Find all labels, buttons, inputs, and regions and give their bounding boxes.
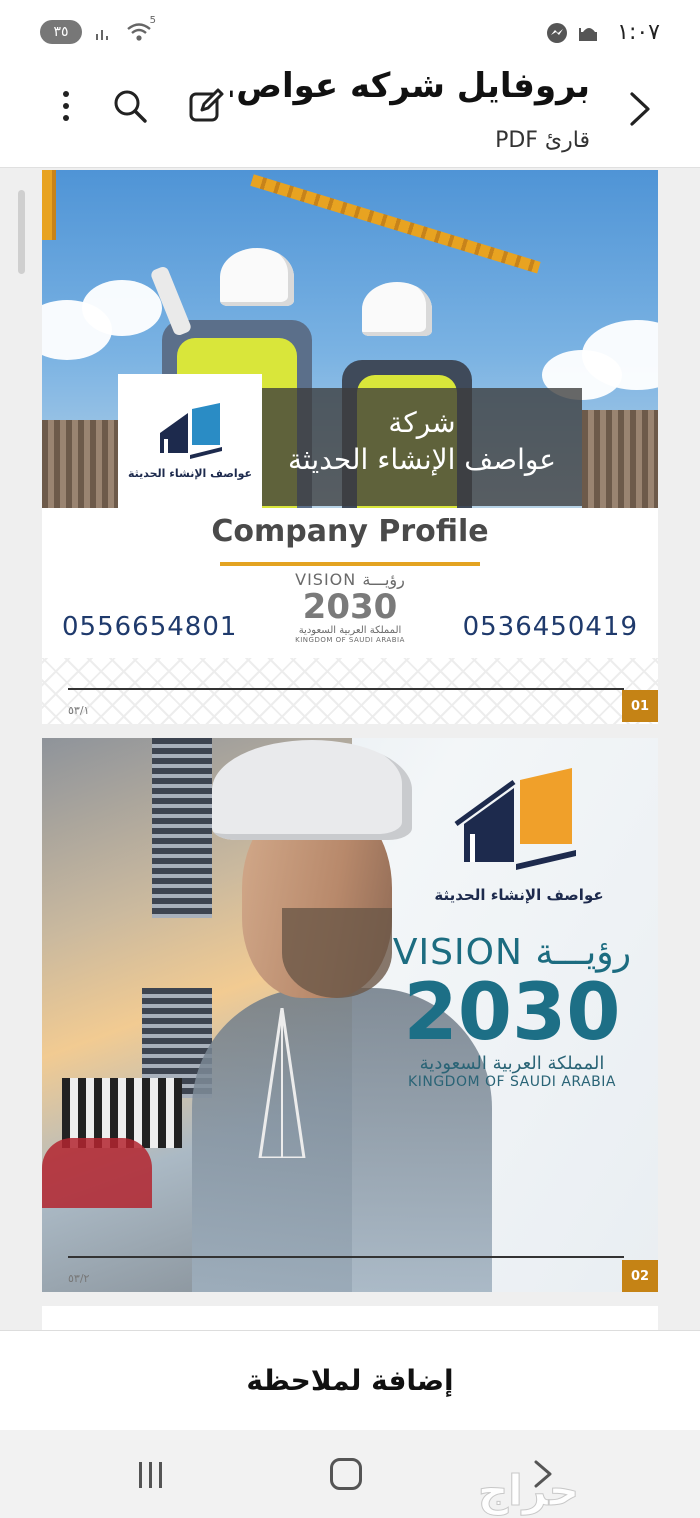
recent-apps-icon — [139, 1462, 162, 1488]
signal-icon — [96, 30, 108, 40]
battery-level: ٣٥ — [53, 24, 69, 40]
edit-button[interactable] — [186, 86, 230, 130]
phone-number-right[interactable]: 0536450419 — [463, 612, 638, 642]
more-vert-icon — [63, 91, 69, 121]
decorative-pattern — [42, 658, 658, 724]
company-logo-icon — [160, 402, 222, 459]
status-time: ١:٠٧ — [617, 20, 660, 45]
search-button[interactable] — [110, 86, 154, 130]
vision-english-large: KINGDOM OF SAUDI ARABIA — [408, 1074, 616, 1090]
vision-arabic: المملكة العربية السعودية — [298, 625, 402, 636]
document-subtitle: قارئ PDF — [495, 128, 590, 153]
company-banner: شركة عواصف الإنشاء الحديثة — [262, 388, 582, 506]
messenger-icon — [547, 23, 567, 43]
vision-title-large: VISION رؤيـــة — [392, 932, 632, 973]
page-badge: 01 — [622, 690, 658, 722]
wifi-icon: 5 — [126, 15, 156, 43]
mosque-icon — [579, 28, 597, 41]
logo-caption: عواصف الإنشاء الحديثة — [127, 466, 253, 480]
logo-caption-large: عواصف الإنشاء الحديثة — [434, 886, 604, 904]
recent-apps-button[interactable] — [136, 1460, 166, 1494]
worker-beard — [282, 908, 392, 998]
banner-line-2: عواصف الإنشاء الحديثة — [287, 443, 557, 476]
tower-illustration — [258, 1008, 306, 1158]
banner-line-1: شركة — [388, 406, 456, 439]
add-note-button[interactable]: إضافة لملاحظة — [246, 1364, 453, 1397]
pdf-page-2: عواصف الإنشاء الحديثة VISION رؤيـــة 203… — [42, 738, 658, 1292]
status-icons-right — [546, 22, 600, 44]
company-profile-title: Company Profile — [211, 514, 489, 549]
system-nav-bar — [0, 1430, 700, 1518]
app-bar: بروفايل شركه عواص... قارئ PDF — [0, 64, 700, 168]
vision-year-large: 2030 — [403, 968, 621, 1058]
search-icon — [114, 90, 147, 123]
page-number-small: ٥٣/١ — [68, 704, 90, 717]
title-underline — [220, 562, 480, 566]
document-title: بروفايل شركه عواص... — [230, 66, 590, 106]
home-button[interactable] — [330, 1458, 362, 1490]
vision-2030-logo: VISION رؤيـــة 2030 المملكة العربية السع… — [288, 570, 412, 654]
status-bar: ٣٥ 5 ١:٠٧ — [0, 0, 700, 64]
worker-helmet — [212, 740, 412, 840]
status-icons-left: ٣٥ 5 — [40, 15, 156, 44]
edit-icon — [189, 88, 224, 122]
company-logo-large: عواصف الإنشاء الحديثة — [424, 768, 614, 904]
phone-number-left[interactable]: 0556654801 — [62, 612, 237, 642]
vision-2030-logo-large: VISION رؤيـــة 2030 المملكة العربية السع… — [382, 932, 642, 1090]
wifi-label: 5 — [149, 15, 156, 26]
page-rule-2 — [68, 1256, 624, 1258]
battery-indicator: ٣٥ — [40, 20, 82, 44]
chevron-right-icon — [630, 92, 650, 126]
vision-english: KINGDOM OF SAUDI ARABIA — [295, 636, 405, 644]
scrollbar-thumb[interactable] — [18, 190, 25, 274]
back-button[interactable] — [620, 84, 660, 134]
vision-arabic-large: المملكة العربية السعودية — [419, 1053, 605, 1074]
pdf-page-1: عواصف الإنشاء الحديثة شركة عواصف الإنشاء… — [42, 170, 658, 724]
page-badge-2: 02 — [622, 1260, 658, 1292]
watermark-logo: حراج — [477, 1466, 580, 1516]
vision-year: 2030 — [302, 587, 398, 627]
page-rule — [68, 688, 624, 690]
add-note-bar: إضافة لملاحظة — [0, 1330, 700, 1430]
company-logo-large-icon — [454, 768, 576, 870]
company-logo: عواصف الإنشاء الحديثة — [118, 374, 262, 508]
page-number-small-2: ٥٣/٢ — [68, 1272, 90, 1285]
more-options-button[interactable] — [46, 86, 90, 130]
